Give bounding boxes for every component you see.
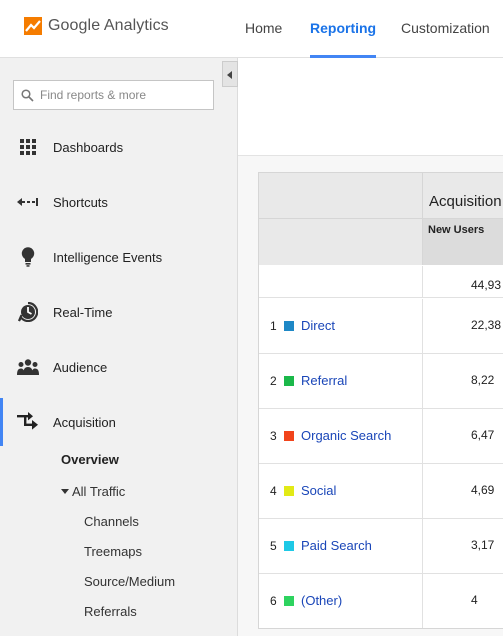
row-new-users: 3,17 <box>471 538 495 552</box>
analytics-logo-icon <box>24 17 42 35</box>
nav-customization-label: Customization <box>401 20 490 36</box>
table-row: 1 Direct 22,38 <box>259 299 503 354</box>
sidebar-item-intelligence-events[interactable]: Intelligence Events <box>0 242 237 272</box>
collapse-sidebar-button[interactable] <box>222 61 238 87</box>
channel-link[interactable]: Referral <box>301 373 347 388</box>
row-rank: 5 <box>270 539 277 553</box>
report-header-area <box>238 58 503 156</box>
sidebar-item-dashboards[interactable]: Dashboards <box>0 132 237 162</box>
sidebar-subitem-referrals[interactable]: Referrals <box>84 604 137 619</box>
channel-link[interactable]: Paid Search <box>301 538 372 553</box>
table-row: 5 Paid Search 3,17 <box>259 519 503 574</box>
nav-customization[interactable]: Customization <box>401 0 490 58</box>
all-traffic-label: All Traffic <box>72 484 126 499</box>
row-rank: 1 <box>270 319 277 333</box>
sidebar-item-label: Shortcuts <box>53 194 108 210</box>
table-row: 3 Organic Search 6,47 <box>259 409 503 464</box>
nav-home-label: Home <box>245 20 283 36</box>
row-new-users: 4 <box>471 593 478 607</box>
nav-reporting[interactable]: Reporting <box>310 0 377 58</box>
channel-color-swatch <box>284 541 294 551</box>
acquisition-group-title: Acquisition <box>429 193 502 210</box>
row-new-users: 8,22 <box>471 373 495 387</box>
search-icon <box>21 88 34 102</box>
sidebar-item-real-time[interactable]: Real-Time <box>0 297 237 327</box>
table-row: 4 Social 4,69 <box>259 464 503 519</box>
search-input[interactable] <box>40 88 210 102</box>
sidebar-item-shortcuts[interactable]: Shortcuts <box>0 187 237 217</box>
sidebar-item-label: Acquisition <box>53 414 116 430</box>
table-row: 2 Referral 8,22 <box>259 354 503 409</box>
row-rank: 2 <box>270 374 277 388</box>
sidebar-subitem-all-traffic[interactable]: All Traffic <box>61 484 125 499</box>
total-row-label-cell <box>259 266 423 298</box>
sidebar-subitem-overview[interactable]: Overview <box>61 452 119 467</box>
table-header-dimension <box>259 173 423 265</box>
header-divider <box>259 218 423 219</box>
caret-down-icon <box>61 489 69 495</box>
channel-link[interactable]: Organic Search <box>301 428 391 443</box>
table-row: 6 (Other) 4 <box>259 574 503 628</box>
table-header-acquisition: Acquisition New Users <box>423 173 503 265</box>
channel-link[interactable]: (Other) <box>301 593 342 608</box>
active-section-indicator <box>0 398 3 446</box>
row-rank: 6 <box>270 594 277 608</box>
people-icon <box>17 357 39 377</box>
new-users-column-header[interactable]: New Users <box>428 224 484 236</box>
sidebar-item-label: Intelligence Events <box>53 249 163 265</box>
channel-link[interactable]: Direct <box>301 318 335 333</box>
shortcut-arrow-icon <box>17 192 39 212</box>
sidebar: Dashboards Shortcuts Intelligence Events <box>0 58 238 636</box>
channels-table: Acquisition New Users 44,93 1 Direct 22,38… <box>258 172 503 629</box>
nav-home[interactable]: Home <box>245 0 282 58</box>
total-new-users: 44,93 <box>471 278 502 292</box>
sidebar-item-label: Dashboards <box>53 139 124 155</box>
sidebar-subitem-channels[interactable]: Channels <box>84 514 139 529</box>
header-divider <box>423 218 503 219</box>
channel-color-swatch <box>284 486 294 496</box>
lightbulb-icon <box>17 247 39 267</box>
google-analytics-logo[interactable]: Google Analytics <box>24 17 169 35</box>
channel-link[interactable]: Social <box>301 483 336 498</box>
row-rank: 4 <box>270 484 277 498</box>
channel-color-swatch <box>284 596 294 606</box>
channel-color-swatch <box>284 431 294 441</box>
row-new-users: 22,38 <box>471 318 502 332</box>
grid-icon <box>17 137 39 157</box>
search-box[interactable] <box>13 80 214 110</box>
table-total-row: 44,93 <box>259 266 503 298</box>
row-new-users: 4,69 <box>471 483 495 497</box>
sidebar-item-acquisition[interactable]: Acquisition <box>0 398 237 446</box>
nav-reporting-label: Reporting <box>310 20 377 36</box>
sidebar-subitem-source-medium[interactable]: Source/Medium <box>84 574 175 589</box>
channel-color-swatch <box>284 376 294 386</box>
logo-text: Google Analytics <box>48 17 169 34</box>
clock-icon <box>17 302 39 322</box>
sidebar-item-audience[interactable]: Audience <box>0 352 237 382</box>
sidebar-item-label: Real-Time <box>53 304 113 320</box>
sidebar-subitem-treemaps[interactable]: Treemaps <box>84 544 142 559</box>
row-new-users: 6,47 <box>471 428 495 442</box>
channel-color-swatch <box>284 321 294 331</box>
top-bar: Google Analytics Home Reporting Customiz… <box>0 0 503 58</box>
acquisition-arrows-icon <box>17 412 39 432</box>
sidebar-item-label: Audience <box>53 359 108 375</box>
row-rank: 3 <box>270 429 277 443</box>
